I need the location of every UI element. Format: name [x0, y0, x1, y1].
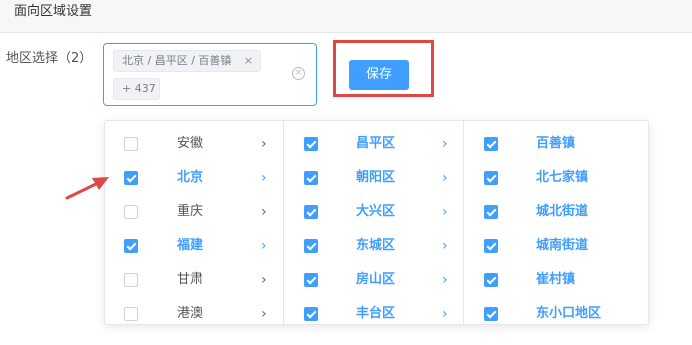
option-label: 东城区: [356, 238, 396, 253]
option-label: 东小口地区: [536, 306, 602, 321]
chevron-right-icon: ›: [261, 306, 267, 322]
district-menu: 昌平区 › 朝阳区 › 大兴区 › 东城区 › 房山区 › 丰台区 ›: [284, 121, 464, 324]
checkbox[interactable]: [484, 273, 498, 287]
menu-item-province[interactable]: 福建 ›: [105, 229, 283, 263]
checkbox[interactable]: [304, 239, 318, 253]
menu-item-district[interactable]: 丰台区 ›: [284, 297, 463, 324]
menu-item-province[interactable]: 北京 ›: [105, 161, 283, 195]
checkbox[interactable]: [304, 307, 318, 321]
menu-item-district[interactable]: 东城区 ›: [284, 229, 463, 263]
menu-item-district[interactable]: 朝阳区 ›: [284, 161, 463, 195]
menu-item-town[interactable]: 北七家镇: [464, 161, 648, 195]
checkbox[interactable]: [304, 273, 318, 287]
close-icon[interactable]: ×: [244, 51, 253, 71]
checkbox[interactable]: [124, 137, 138, 151]
page-title: 面向区域设置: [14, 4, 93, 19]
option-label: 港澳: [177, 306, 204, 321]
checkbox[interactable]: [124, 307, 138, 321]
option-label: 北京: [177, 170, 204, 185]
menu-item-district[interactable]: 大兴区 ›: [284, 195, 463, 229]
selected-tag: 北京 / 昌平区 / 百善镇 ×: [113, 50, 261, 72]
chevron-right-icon: ›: [442, 238, 448, 254]
menu-item-province[interactable]: 甘肃 ›: [105, 263, 283, 297]
chevron-right-icon: ›: [442, 204, 448, 220]
menu-item-province[interactable]: 安徽 ›: [105, 127, 283, 161]
chevron-right-icon: ›: [442, 306, 448, 322]
cascader-dropdown: 安徽 › 北京 › 重庆 › 福建 › 甘肃 › 港澳 › 昌平区 › 朝阳区 …: [104, 120, 649, 325]
menu-item-town[interactable]: 东小口地区: [464, 297, 648, 324]
option-label: 房山区: [356, 272, 396, 287]
chevron-right-icon: ›: [261, 136, 267, 152]
option-label: 福建: [177, 238, 204, 253]
checkbox[interactable]: [484, 239, 498, 253]
checkbox[interactable]: [304, 137, 318, 151]
circle-close-icon[interactable]: ×: [292, 67, 305, 80]
page-header: 面向区域设置: [0, 0, 692, 33]
menu-item-town[interactable]: 百善镇: [464, 127, 648, 161]
menu-item-town[interactable]: 城北街道: [464, 195, 648, 229]
option-label: 重庆: [177, 204, 204, 219]
chevron-right-icon: ›: [442, 136, 448, 152]
menu-item-province[interactable]: 重庆 ›: [105, 195, 283, 229]
option-label: 昌平区: [356, 136, 396, 151]
option-label: 安徽: [177, 136, 204, 151]
selected-tag-label: 北京 / 昌平区 / 百善镇: [122, 54, 232, 67]
chevron-right-icon: ›: [442, 170, 448, 186]
option-label: 崔村镇: [536, 272, 576, 287]
chevron-right-icon: ›: [261, 272, 267, 288]
annotation-arrow-icon: [65, 177, 109, 200]
save-button[interactable]: 保存: [349, 60, 409, 90]
region-cascader-input[interactable]: 北京 / 昌平区 / 百善镇 × + 437 ×: [103, 43, 317, 106]
menu-item-town[interactable]: 崔村镇: [464, 263, 648, 297]
checkbox[interactable]: [304, 171, 318, 185]
menu-item-town[interactable]: 城南街道: [464, 229, 648, 263]
checkbox[interactable]: [304, 205, 318, 219]
chevron-right-icon: ›: [261, 204, 267, 220]
checkbox[interactable]: [124, 171, 138, 185]
option-label: 百善镇: [536, 136, 576, 151]
checkbox[interactable]: [124, 239, 138, 253]
option-label: 城南街道: [536, 238, 589, 253]
chevron-right-icon: ›: [261, 238, 267, 254]
collapsed-count-tag: + 437: [113, 78, 160, 100]
menu-item-district[interactable]: 昌平区 ›: [284, 127, 463, 161]
chevron-right-icon: ›: [442, 272, 448, 288]
option-label: 甘肃: [177, 272, 204, 287]
chevron-right-icon: ›: [261, 170, 267, 186]
option-label: 丰台区: [356, 306, 396, 321]
option-label: 城北街道: [536, 204, 589, 219]
town-menu: 百善镇 北七家镇 城北街道 城南街道 崔村镇 东小口地区: [464, 121, 648, 324]
option-label: 朝阳区: [356, 170, 396, 185]
checkbox[interactable]: [484, 205, 498, 219]
checkbox[interactable]: [124, 205, 138, 219]
province-menu: 安徽 › 北京 › 重庆 › 福建 › 甘肃 › 港澳 ›: [105, 121, 284, 324]
checkbox[interactable]: [484, 307, 498, 321]
checkbox[interactable]: [484, 171, 498, 185]
checkbox[interactable]: [124, 273, 138, 287]
menu-item-province[interactable]: 港澳 ›: [105, 297, 283, 324]
option-label: 北七家镇: [536, 170, 589, 185]
region-select-label: 地区选择（2）: [6, 51, 93, 66]
menu-item-district[interactable]: 房山区 ›: [284, 263, 463, 297]
option-label: 大兴区: [356, 204, 396, 219]
checkbox[interactable]: [484, 137, 498, 151]
